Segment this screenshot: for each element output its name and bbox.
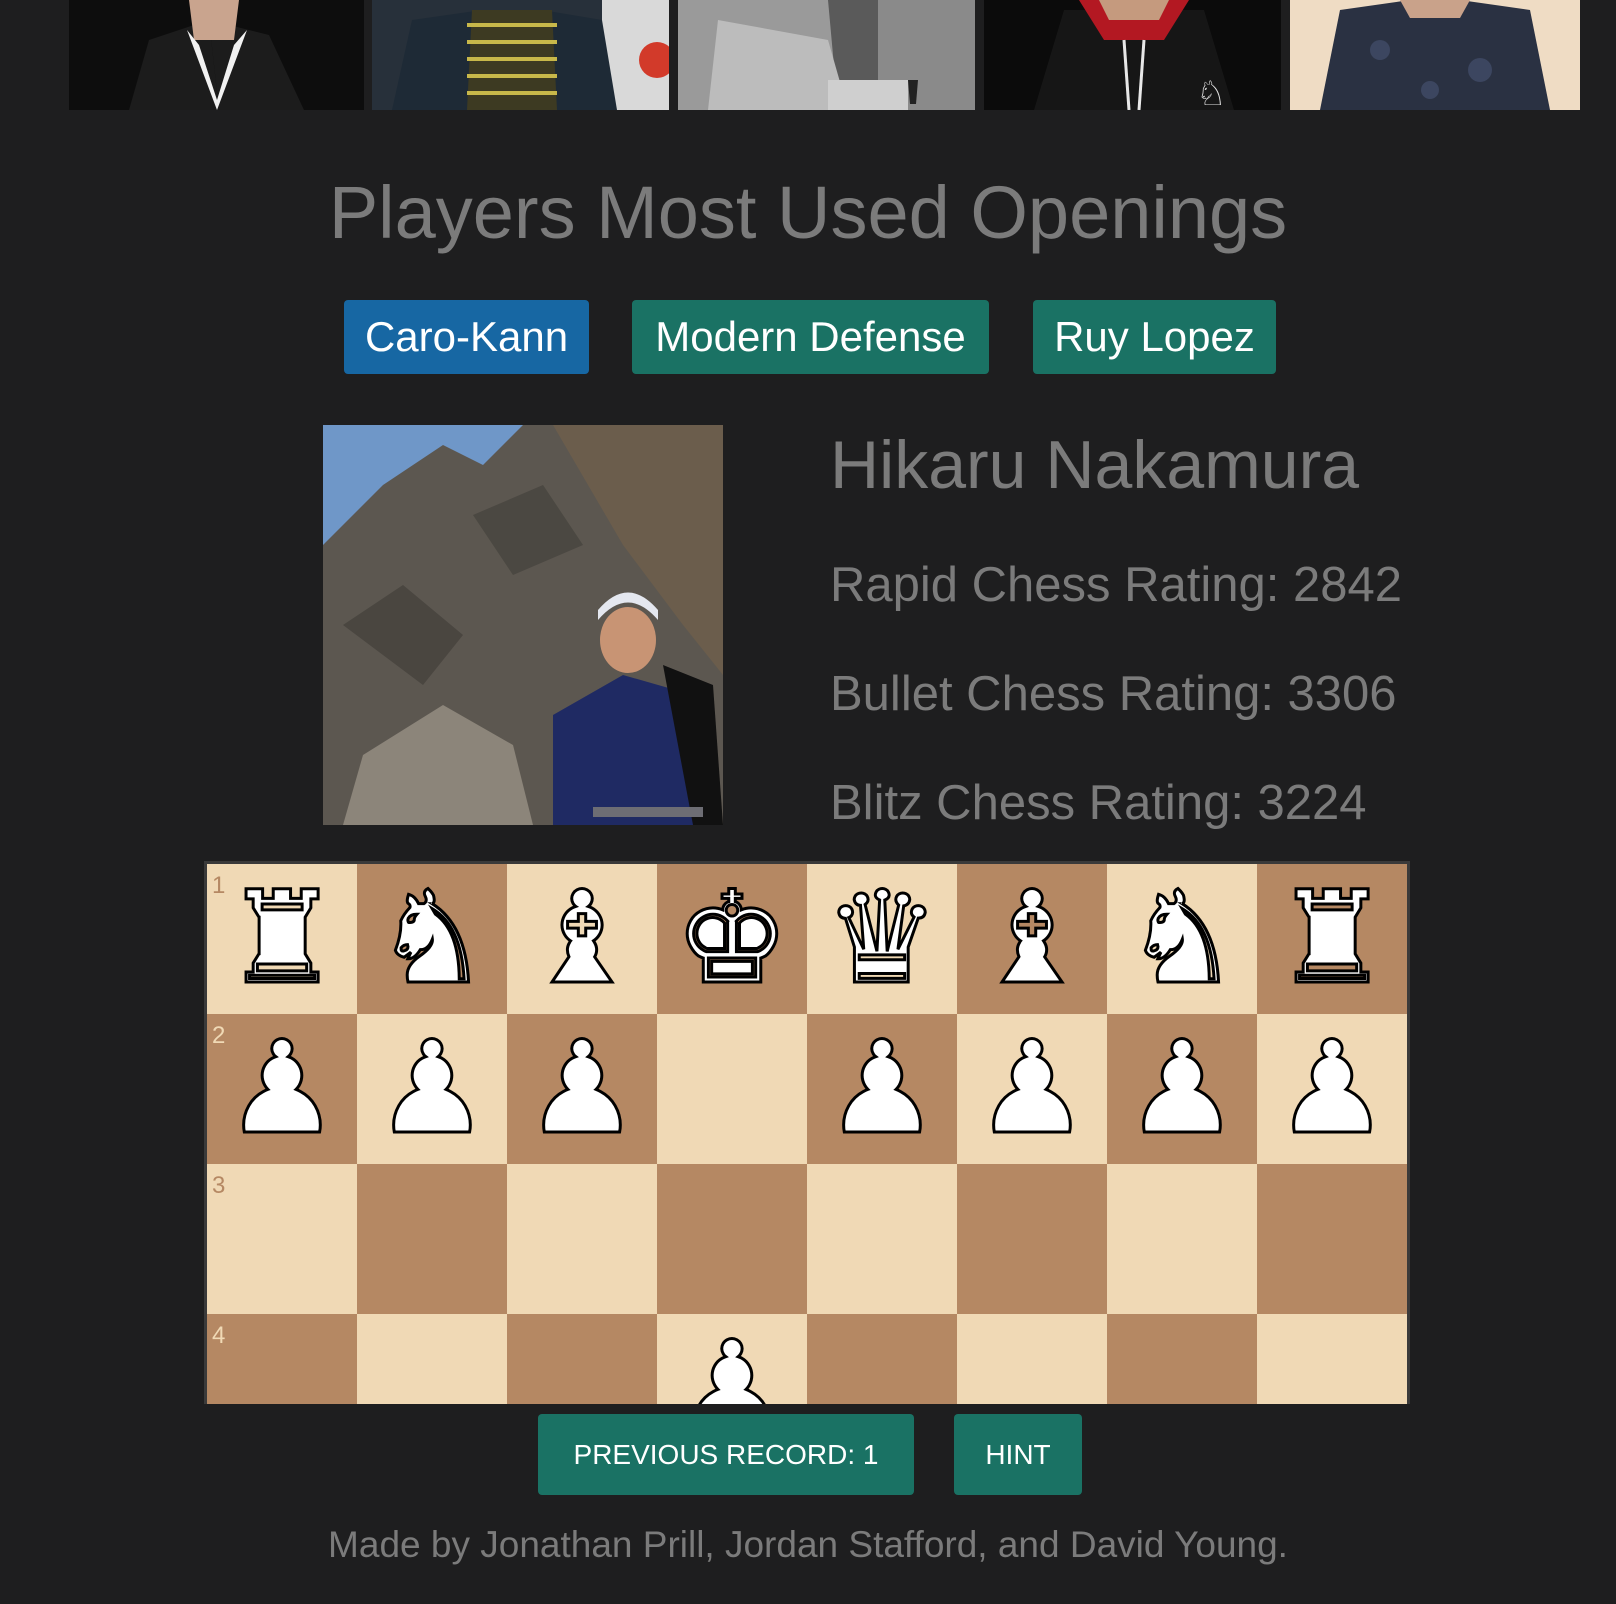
blitz-rating: Blitz Chess Rating: 3224 xyxy=(830,776,1367,830)
player-photo xyxy=(323,425,723,825)
board-square[interactable] xyxy=(957,1164,1107,1314)
white-pawn-icon[interactable]: ♟ xyxy=(1107,1013,1257,1165)
chess-board[interactable]: 1 ♜ ♞ ♝ ♚ ♛ ♝ ♞ ♜ 2 ♟ ♟ ♟ ♟ ♟ ♟ ♟ 3 4 ♟ xyxy=(204,861,1410,1404)
opening-button-caro-kann[interactable]: Caro-Kann xyxy=(344,300,589,374)
board-square[interactable]: 3 xyxy=(207,1164,357,1314)
board-square[interactable] xyxy=(1107,1164,1257,1314)
board-square[interactable]: ♚ xyxy=(657,864,807,1015)
footer-credits: Made by Jonathan Prill, Jordan Stafford,… xyxy=(328,1524,1288,1565)
board-square[interactable] xyxy=(957,1314,1107,1404)
hint-button[interactable]: HINT xyxy=(954,1414,1082,1495)
rank-label: 3 xyxy=(212,1172,226,1199)
opening-button-modern-defense[interactable]: Modern Defense xyxy=(632,300,989,374)
board-square[interactable] xyxy=(807,1164,957,1314)
board-square[interactable]: ♝ xyxy=(507,864,657,1015)
board-square[interactable]: ♜ xyxy=(1257,864,1407,1015)
board-square[interactable] xyxy=(657,1164,807,1314)
white-queen-icon[interactable]: ♛ xyxy=(807,864,957,1015)
white-pawn-icon[interactable]: ♟ xyxy=(807,1013,957,1165)
white-pawn-icon[interactable]: ♟ xyxy=(957,1013,1107,1165)
previous-record-button[interactable]: PREVIOUS RECORD: 1 xyxy=(538,1414,914,1495)
board-square[interactable]: ♝ xyxy=(957,864,1107,1015)
board-square[interactable] xyxy=(1107,1314,1257,1404)
player-photo-1[interactable] xyxy=(69,0,364,110)
white-rook-icon[interactable]: ♜ xyxy=(207,864,357,1015)
opening-button-ruy-lopez[interactable]: Ruy Lopez xyxy=(1033,300,1276,374)
board-square[interactable]: 2 ♟ xyxy=(207,1013,357,1165)
player-name: Hikaru Nakamura xyxy=(830,427,1360,503)
svg-text:♘: ♘ xyxy=(1196,74,1226,110)
board-square[interactable]: 1 ♜ xyxy=(207,864,357,1015)
board-square[interactable] xyxy=(357,1164,507,1314)
white-bishop-icon[interactable]: ♝ xyxy=(957,864,1107,1015)
board-square[interactable]: ♟ xyxy=(1257,1013,1407,1165)
white-knight-icon[interactable]: ♞ xyxy=(1107,864,1257,1015)
rank-label: 4 xyxy=(212,1322,226,1349)
page-title: Players Most Used Openings xyxy=(328,171,1288,254)
white-king-icon[interactable]: ♚ xyxy=(657,864,807,1015)
board-square[interactable] xyxy=(657,1014,807,1164)
board-square[interactable]: ♞ xyxy=(1107,864,1257,1015)
board-square[interactable] xyxy=(357,1314,507,1404)
board-square[interactable]: ♟ xyxy=(657,1313,807,1405)
white-bishop-icon[interactable]: ♝ xyxy=(507,864,657,1015)
board-square[interactable]: ♟ xyxy=(507,1013,657,1165)
player-photo-strip: ♘ xyxy=(0,0,1616,110)
white-knight-icon[interactable]: ♞ xyxy=(357,864,507,1015)
board-square[interactable]: ♟ xyxy=(357,1013,507,1165)
board-square[interactable]: ♞ xyxy=(357,864,507,1015)
board-square[interactable] xyxy=(1257,1314,1407,1404)
white-pawn-icon[interactable]: ♟ xyxy=(357,1013,507,1165)
white-pawn-icon[interactable]: ♟ xyxy=(207,1013,357,1165)
player-photo-2[interactable] xyxy=(372,0,669,110)
board-square[interactable]: 4 xyxy=(207,1314,357,1404)
white-pawn-icon[interactable]: ♟ xyxy=(507,1013,657,1165)
bullet-rating: Bullet Chess Rating: 3306 xyxy=(830,667,1397,721)
board-square[interactable]: ♛ xyxy=(807,864,957,1015)
board-square[interactable] xyxy=(507,1314,657,1404)
board-square[interactable]: ♟ xyxy=(807,1013,957,1165)
board-square[interactable] xyxy=(807,1314,957,1404)
white-rook-icon[interactable]: ♜ xyxy=(1257,864,1407,1015)
player-photo-3[interactable] xyxy=(678,0,975,110)
board-square[interactable]: ♟ xyxy=(1107,1013,1257,1165)
player-photo-4[interactable]: ♘ xyxy=(984,0,1281,110)
board-square[interactable] xyxy=(1257,1164,1407,1314)
white-pawn-icon[interactable]: ♟ xyxy=(1257,1013,1407,1165)
board-square[interactable] xyxy=(507,1164,657,1314)
board-square[interactable]: ♟ xyxy=(957,1013,1107,1165)
player-photo-5[interactable] xyxy=(1290,0,1580,110)
white-pawn-icon[interactable]: ♟ xyxy=(657,1313,807,1405)
rapid-rating: Rapid Chess Rating: 2842 xyxy=(830,558,1403,612)
